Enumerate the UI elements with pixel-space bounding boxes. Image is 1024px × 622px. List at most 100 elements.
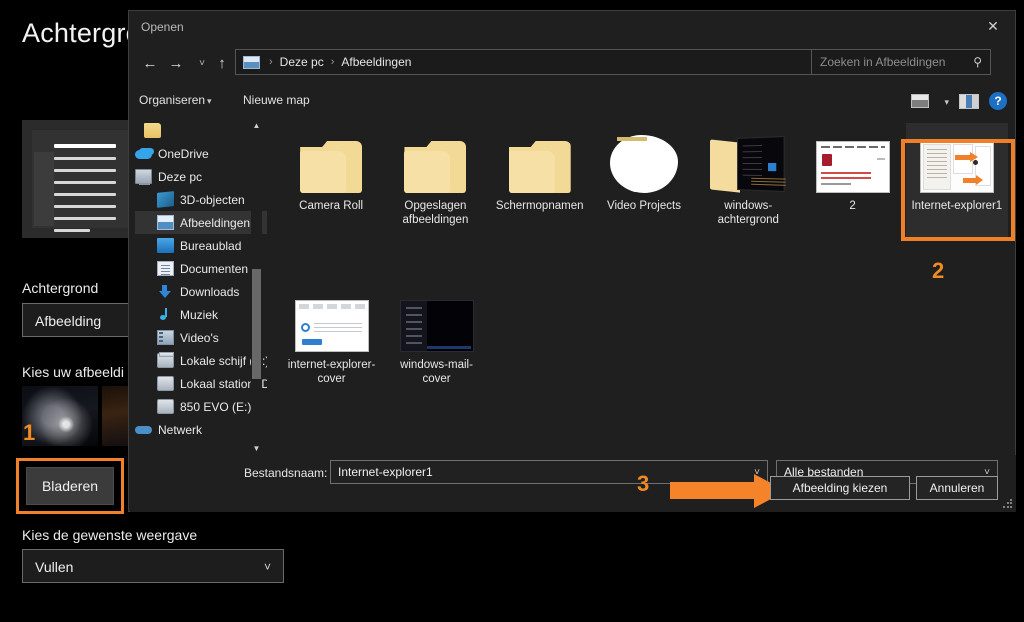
scrollbar-thumb[interactable]	[252, 269, 261, 379]
image-thumbnail	[294, 300, 369, 352]
sidebar-item-lokaal-station-d[interactable]: Lokaal station (D	[135, 372, 267, 395]
sidebar-item-label: Deze pc	[158, 169, 203, 184]
fit-select-value: Vullen	[35, 559, 74, 575]
view-layout-icon[interactable]	[911, 94, 929, 108]
new-folder-button[interactable]: Nieuwe map	[243, 93, 310, 107]
navigation-pane: OneDrive Deze pc 3D-objecten Afbeeldinge…	[135, 119, 267, 455]
sidebar-item-redacted[interactable]	[135, 119, 267, 142]
file-name: Opgeslagen afbeeldingen	[402, 200, 469, 226]
sidebar-item-downloads[interactable]: Downloads	[135, 280, 267, 303]
folder-icon	[404, 141, 467, 193]
sidebar-item-label: Muziek	[180, 307, 219, 322]
back-icon[interactable]: ←	[137, 51, 163, 75]
chevron-down-icon[interactable]: ▾	[944, 97, 949, 108]
sidebar-item-label: Documenten	[180, 261, 249, 276]
preview-pane-icon[interactable]	[959, 94, 979, 109]
forward-icon[interactable]: →	[163, 51, 189, 75]
sidebar-item-label: OneDrive	[158, 146, 209, 161]
file-item-camera-roll[interactable]: Camera Roll	[280, 123, 382, 238]
chevron-down-icon[interactable]: ▾	[207, 96, 212, 107]
annotation-step-3: 3	[637, 471, 650, 496]
sidebar-item-label: Bureaublad	[180, 238, 242, 253]
page-title: Achtergro	[22, 18, 141, 48]
image-thumbnail	[399, 300, 474, 352]
documents-icon	[157, 261, 174, 276]
sidebar-item-afbeeldingen[interactable]: Afbeeldingen	[135, 211, 267, 234]
screen: Achtergro Aa Achtergrond Afbeelding Kies…	[0, 0, 1024, 622]
search-input[interactable]: Zoeken in Afbeeldingen ⚲	[811, 49, 991, 75]
navigation-pane-scrollbar[interactable]: ▲ ▼	[251, 119, 262, 455]
preview-start-menu	[32, 130, 128, 232]
sidebar-item-label: Downloads	[180, 284, 240, 299]
music-icon	[157, 307, 174, 322]
network-icon	[135, 422, 152, 437]
dialog-titlebar: Openen ✕	[129, 11, 1015, 45]
sidebar-item-label: 850 EVO (E:)	[180, 399, 252, 414]
file-item-2[interactable]: 2	[801, 123, 903, 238]
sidebar-item-850-evo-e[interactable]: 850 EVO (E:)	[135, 395, 267, 418]
file-name: windows-achtergrond	[717, 200, 779, 226]
dialog-title: Openen	[141, 20, 184, 34]
sidebar-item-videos[interactable]: Video's	[135, 326, 267, 349]
sidebar-item-label: Afbeeldingen	[180, 215, 251, 230]
folder-icon	[508, 141, 571, 193]
chevron-down-icon: ˅	[263, 560, 271, 574]
browse-button[interactable]: Bladeren	[26, 467, 114, 505]
sidebar-item-label: Video's	[180, 330, 219, 345]
filename-label: Bestandsnaam:	[244, 466, 328, 480]
breadcrumb-item-this-pc[interactable]: Deze pc	[278, 55, 326, 69]
filename-value: Internet-explorer1	[338, 465, 433, 479]
pictures-icon	[157, 215, 174, 230]
sidebar-item-documenten[interactable]: Documenten	[135, 257, 267, 280]
sidebar-item-netwerk[interactable]: Netwerk	[135, 418, 267, 441]
sidebar-item-muziek[interactable]: Muziek	[135, 303, 267, 326]
choose-image-label: Kies uw afbeeldi	[22, 364, 124, 380]
scroll-up-icon[interactable]: ▲	[251, 119, 262, 132]
file-name: Camera Roll	[299, 200, 364, 212]
selected-file-highlight-box	[901, 139, 1015, 241]
file-name: 2	[849, 200, 856, 212]
file-item-windows-achtergrond[interactable]: windows-achtergrond	[697, 123, 799, 238]
folder-tab	[616, 137, 647, 141]
file-name: windows-mail-cover	[400, 359, 473, 385]
breadcrumb[interactable]: › Deze pc › Afbeeldingen ˅ ↻	[235, 49, 895, 75]
organize-button[interactable]: Organiseren	[139, 93, 205, 107]
image-thumbnail	[815, 141, 890, 193]
file-item-windows-mail-cover[interactable]: windows-mail-cover	[385, 282, 488, 397]
sidebar-item-label: 3D-objecten	[180, 192, 245, 207]
resize-grip[interactable]	[1002, 499, 1012, 509]
search-placeholder: Zoeken in Afbeeldingen	[820, 55, 946, 69]
sidebar-item-onedrive[interactable]: OneDrive	[135, 142, 267, 165]
up-icon[interactable]: ↑	[209, 51, 235, 75]
folder-with-preview-icon	[710, 135, 787, 193]
file-name: internet-explorer-cover	[287, 359, 376, 385]
open-file-dialog: Openen ✕ ← → ˅ ↑ › Deze pc › Afbeeldinge…	[128, 10, 1016, 512]
sidebar-item-deze-pc[interactable]: Deze pc	[135, 165, 267, 188]
desktop-icon	[157, 238, 174, 253]
choose-image-button[interactable]: Afbeelding kiezen	[770, 476, 910, 500]
sidebar-item-3d-objecten[interactable]: 3D-objecten	[135, 188, 267, 211]
sidebar-item-label: Netwerk	[158, 422, 203, 437]
annotation-step-1: 1	[23, 420, 36, 445]
onedrive-icon	[135, 146, 152, 161]
close-icon[interactable]: ✕	[971, 11, 1015, 42]
videos-icon	[157, 330, 174, 345]
file-item-internet-explorer-cover[interactable]: internet-explorer-cover	[280, 282, 383, 397]
hard-drive-icon	[157, 352, 174, 368]
sidebar-item-lokale-schijf-c[interactable]: Lokale schijf (C:)	[135, 349, 267, 372]
fit-label: Kies de gewenste weergave	[22, 527, 198, 543]
breadcrumb-item-pictures[interactable]: Afbeeldingen	[339, 55, 413, 69]
file-item-video-projects[interactable]: Video Projects	[593, 123, 695, 238]
file-item-opgeslagen-afbeeldingen[interactable]: Opgeslagen afbeeldingen	[384, 123, 486, 238]
redacted-thumbnail	[609, 135, 678, 193]
sidebar-item-bureaublad[interactable]: Bureaublad	[135, 234, 267, 257]
help-icon[interactable]: ?	[989, 92, 1007, 110]
folder-icon	[300, 141, 363, 193]
scroll-down-icon[interactable]: ▼	[251, 442, 262, 455]
file-item-schermopnamen[interactable]: Schermopnamen	[489, 123, 591, 238]
fit-select[interactable]: Vullen ˅	[22, 549, 284, 583]
drive-icon	[157, 399, 174, 414]
cancel-button[interactable]: Annuleren	[916, 476, 998, 500]
3d-objects-icon	[157, 191, 174, 208]
dialog-body: OneDrive Deze pc 3D-objecten Afbeeldinge…	[130, 119, 1016, 455]
